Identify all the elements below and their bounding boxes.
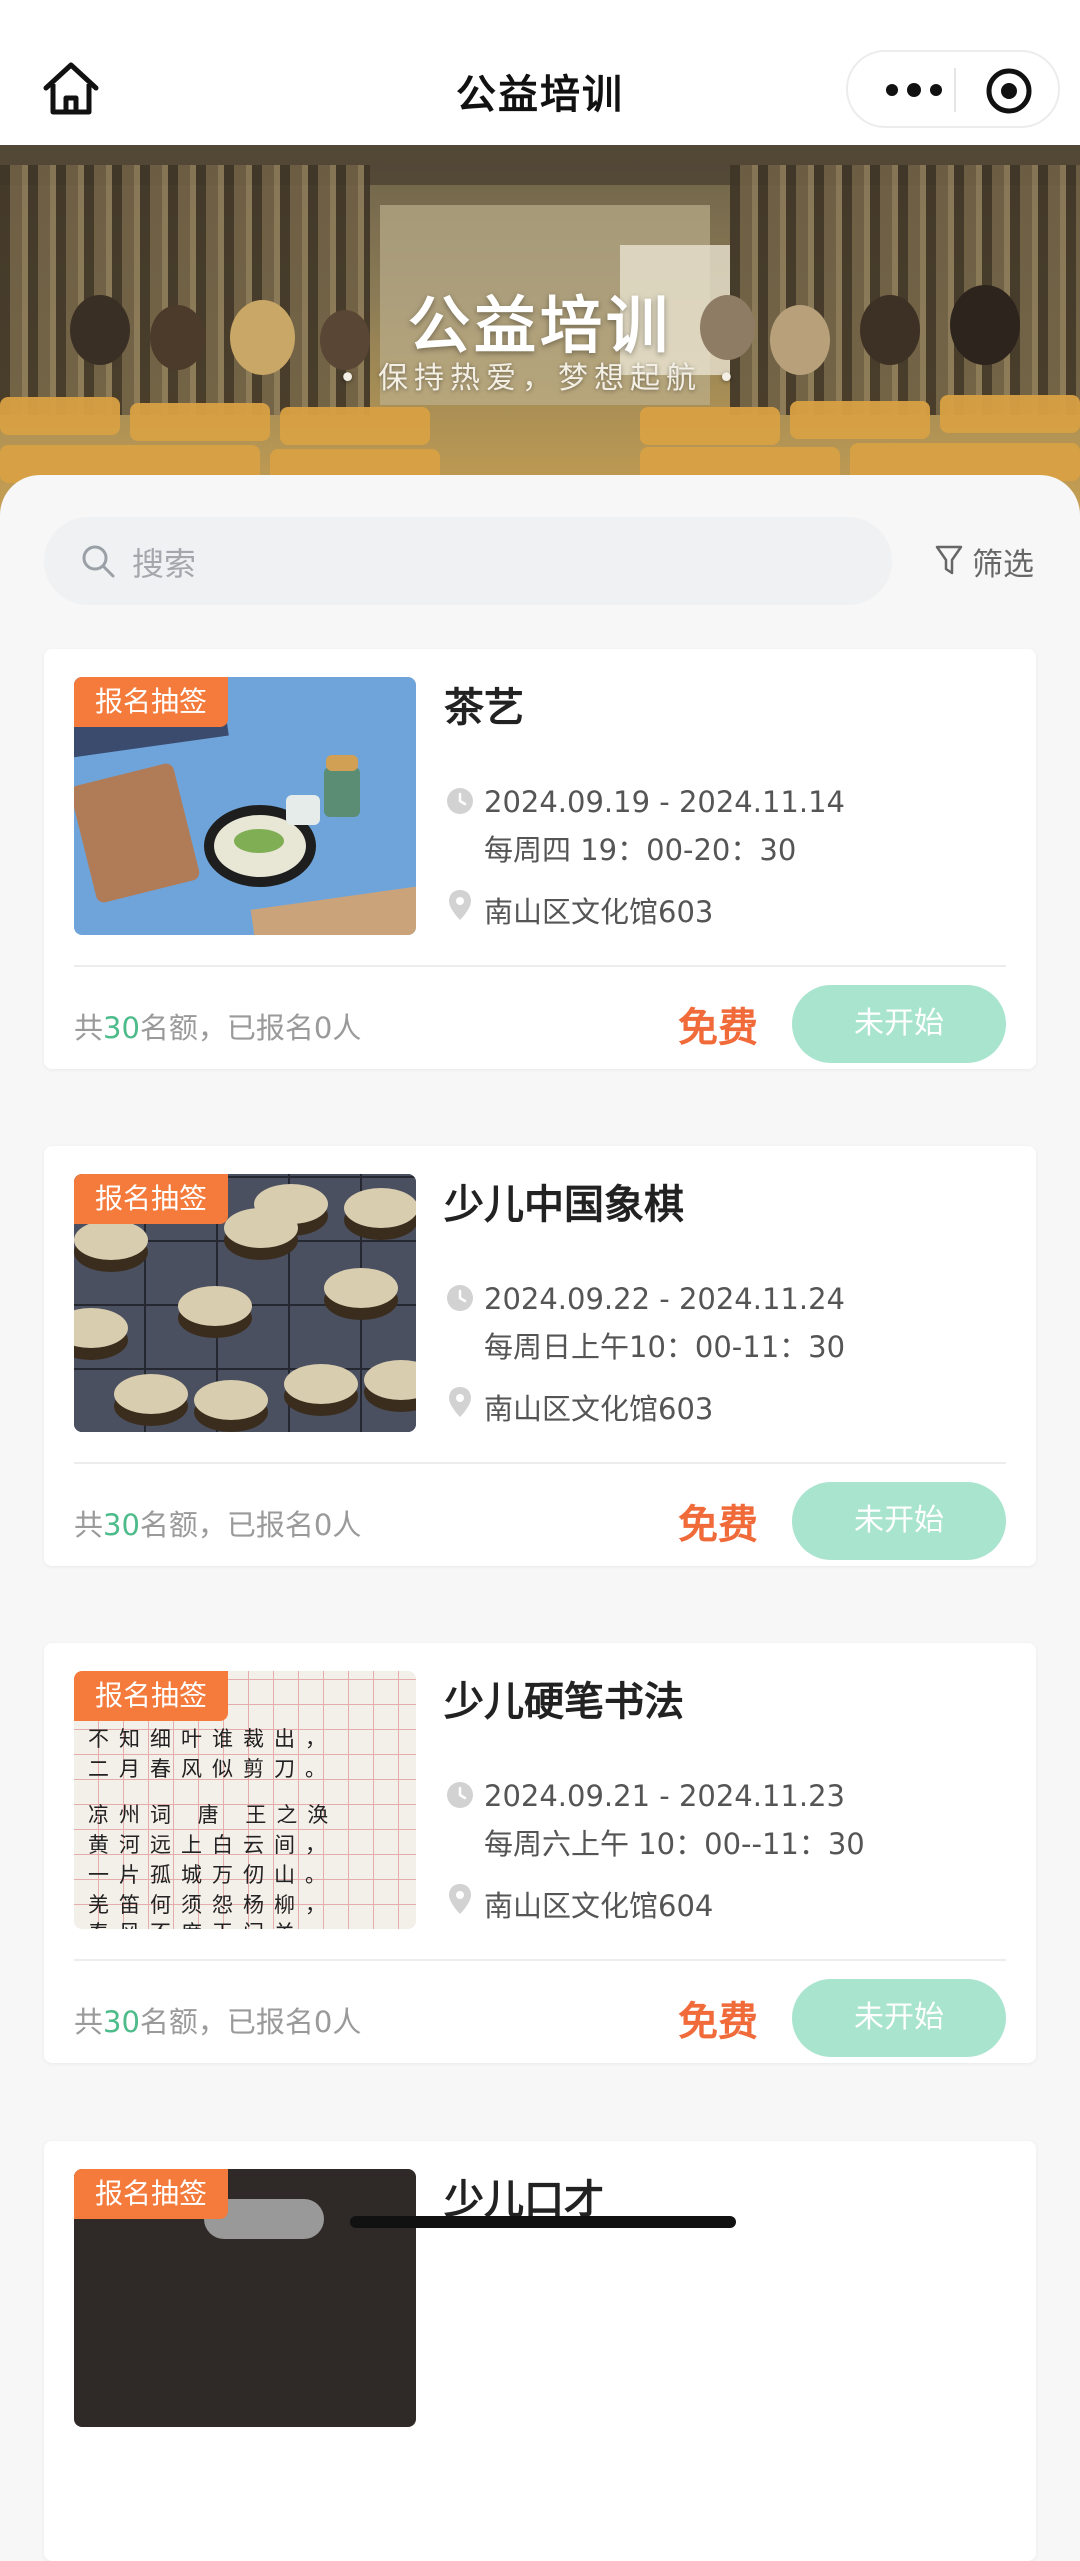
chair (130, 403, 270, 441)
course-schedule: 每周六上午 10：00--11：30 (484, 1827, 865, 1861)
thumb-leaf (234, 829, 284, 853)
course-schedule: 每周四 19：00-20：30 (484, 833, 797, 867)
course-date-range: 2024.09.21 - 2024.11.23 (484, 1779, 845, 1813)
thumb-calligraphy-line: 春风不度玉门关。 (88, 1917, 336, 1929)
top-nav-bar: 公益培训 (0, 0, 1080, 145)
target-circle-icon[interactable] (984, 66, 1034, 116)
quota-text: 共30名额，已报名0人 (74, 1502, 361, 1544)
price-label: 免费 (678, 1005, 758, 1051)
course-card-tea-art[interactable]: 报名抽签 茶艺 2024.09.19 - 2024.11.14 每周四 19：0… (44, 649, 1036, 1069)
course-date-range: 2024.09.19 - 2024.11.14 (484, 785, 845, 819)
course-date-range: 2024.09.22 - 2024.11.24 (484, 1282, 845, 1316)
mini-program-capsule (846, 50, 1060, 128)
search-icon (82, 545, 115, 578)
status-button[interactable]: 未开始 (792, 985, 1006, 1063)
capsule-divider (954, 68, 956, 112)
course-location: 南山区文化馆604 (484, 1889, 714, 1923)
clock-icon (447, 1285, 473, 1311)
chair (0, 397, 120, 435)
thumb-cup (286, 795, 320, 825)
quota-suffix: 名额，已报名0人 (139, 1011, 362, 1045)
thumb-calligraphy-line: 二月春风似剪刀。 (88, 1757, 336, 1781)
thumb-chess-piece (74, 1220, 148, 1260)
price-label: 免费 (678, 1502, 758, 1548)
location-pin-icon (449, 1387, 471, 1417)
chair (640, 407, 780, 445)
lottery-tag: 报名抽签 (74, 1174, 228, 1224)
banner-title: 公益培训 (407, 289, 672, 362)
search-placeholder: 搜索 (132, 545, 197, 583)
clock-icon (447, 1782, 473, 1808)
course-card-chinese-chess[interactable]: 报名抽签 少儿中国象棋 2024.09.22 - 2024.11.24 每周日上… (44, 1146, 1036, 1566)
course-title: 茶艺 (444, 685, 524, 731)
price-label: 免费 (678, 1999, 758, 2045)
lottery-tag: 报名抽签 (74, 2169, 228, 2219)
location-pin-icon (449, 890, 471, 920)
course-card-eloquence[interactable]: 报名抽签 少儿口才 (44, 2141, 1036, 2561)
card-divider (74, 1959, 1006, 1961)
thumb-chess-piece (324, 1268, 398, 1308)
status-button[interactable]: 未开始 (792, 1482, 1006, 1560)
course-title: 少儿中国象棋 (444, 1182, 684, 1228)
location-pin-icon (449, 1884, 471, 1914)
filter-funnel-icon (935, 545, 963, 575)
thumb-chess-piece (344, 1188, 416, 1228)
quota-number: 30 (103, 2005, 140, 2039)
thumb-calligraphy-line: 一片孤城万仞山。 (88, 1863, 336, 1887)
quota-suffix: 名额，已报名0人 (139, 2005, 362, 2039)
course-location: 南山区文化馆603 (484, 1392, 714, 1426)
course-location: 南山区文化馆603 (484, 895, 714, 929)
thumb-tray (250, 884, 416, 935)
quota-text: 共30名额，已报名0人 (74, 1999, 361, 2041)
content-sheet: 搜索 筛选 报名抽签 茶艺 2024.09.19 - 2024.11.14 每周… (0, 475, 1080, 2561)
hero-banner: 公益培训 • 保持热爱，梦想起航 • (0, 145, 1080, 515)
lottery-tag: 报名抽签 (74, 677, 228, 727)
quota-suffix: 名额，已报名0人 (139, 1508, 362, 1542)
thumb-calligraphy-line: 羌笛何须怨杨柳， (88, 1893, 336, 1917)
clock-icon (447, 788, 473, 814)
thumb-chess-piece (114, 1374, 188, 1414)
card-divider (74, 1462, 1006, 1464)
filter-label: 筛选 (972, 547, 1034, 583)
card-divider (74, 965, 1006, 967)
status-button[interactable]: 未开始 (792, 1979, 1006, 2057)
thumb-calligraphy-line: 黄河远上白云间， (88, 1833, 336, 1857)
thumb-chess-piece (194, 1380, 268, 1420)
thumb-tea-mat (74, 761, 201, 905)
home-indicator[interactable] (350, 2216, 736, 2228)
course-card-calligraphy[interactable]: 不知细叶谁裁出， 二月春风似剪刀。 凉州词 唐 王之涣 黄河远上白云间， 一片孤… (44, 1643, 1036, 2063)
more-dots-icon[interactable] (878, 68, 950, 112)
thumb-chess-piece (178, 1286, 252, 1326)
thumb-caddy-lid (326, 755, 358, 771)
thumb-chess-piece (224, 1208, 298, 1248)
quota-prefix: 共 (74, 2005, 104, 2039)
chair (280, 407, 430, 445)
thumb-calligraphy-line: 凉州词 唐 王之涣 (88, 1803, 339, 1827)
quota-text: 共30名额，已报名0人 (74, 1005, 361, 1047)
course-title: 少儿硬笔书法 (444, 1679, 684, 1725)
thumb-calligraphy-line: 不知细叶谁裁出， (88, 1727, 336, 1751)
lottery-tag: 报名抽签 (74, 1671, 228, 1721)
search-input[interactable]: 搜索 (44, 517, 892, 605)
quota-prefix: 共 (74, 1011, 104, 1045)
quota-number: 30 (103, 1011, 140, 1045)
chair (790, 401, 930, 439)
quota-prefix: 共 (74, 1508, 104, 1542)
quota-number: 30 (103, 1508, 140, 1542)
thumb-tea-caddy (324, 767, 360, 817)
chair (940, 395, 1080, 433)
course-schedule: 每周日上午10：00-11：30 (484, 1330, 846, 1364)
thumb-chess-piece (284, 1364, 358, 1404)
banner-subtitle: • 保持热爱，梦想起航 • (338, 361, 742, 396)
